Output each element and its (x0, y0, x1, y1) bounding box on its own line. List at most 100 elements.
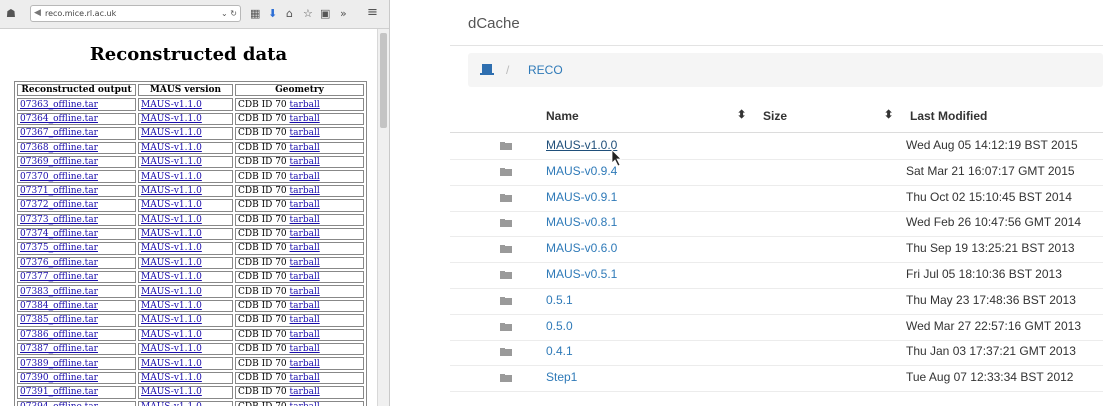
output-link[interactable]: 07372_offline.tar (20, 200, 98, 210)
tarball-link[interactable]: tarball (290, 301, 320, 311)
download-icon[interactable]: ⬇ (268, 6, 277, 22)
tarball-link[interactable]: tarball (290, 402, 320, 406)
tarball-link[interactable]: tarball (290, 143, 320, 153)
maus-version-link[interactable]: MAUS-v1.1.0 (141, 330, 202, 340)
breadcrumb-current[interactable]: RECO (528, 63, 563, 77)
reload-dropdown-icon[interactable]: ⌄ ↻ (221, 6, 237, 21)
sort-name-icon[interactable]: ⬍ (737, 108, 746, 121)
folder-link[interactable]: MAUS-v0.8.1 (546, 215, 617, 229)
maus-version-link[interactable]: MAUS-v1.1.0 (141, 373, 202, 383)
output-link[interactable]: 07386_offline.tar (20, 330, 98, 340)
output-link[interactable]: 07369_offline.tar (20, 157, 98, 167)
menu-icon[interactable]: ≡ (367, 5, 378, 21)
file-row[interactable]: 0.5.0 Wed Mar 27 22:57:16 GMT 2013 (450, 314, 1103, 341)
maus-version-link[interactable]: MAUS-v1.1.0 (141, 200, 202, 210)
maus-version-link[interactable]: MAUS-v1.1.0 (141, 143, 202, 153)
output-link[interactable]: 07368_offline.tar (20, 143, 98, 153)
tarball-link[interactable]: tarball (290, 128, 320, 138)
tarball-link[interactable]: tarball (290, 344, 320, 354)
folder-link[interactable]: MAUS-v0.9.1 (546, 190, 617, 204)
maus-version-link[interactable]: MAUS-v1.1.0 (141, 100, 202, 110)
tarball-link[interactable]: tarball (290, 229, 320, 239)
file-row[interactable]: MAUS-v0.8.1 Wed Feb 26 10:47:56 GMT 2014 (450, 210, 1103, 238)
tarball-link[interactable]: tarball (290, 258, 320, 268)
maus-version-link[interactable]: MAUS-v1.1.0 (141, 272, 202, 282)
output-link[interactable]: 07371_offline.tar (20, 186, 98, 196)
back-icon[interactable]: ◀ (34, 7, 41, 20)
maus-version-link[interactable]: MAUS-v1.1.0 (141, 114, 202, 124)
sort-size-icon[interactable]: ⬍ (884, 108, 893, 121)
overflow-icon[interactable]: » (340, 6, 347, 22)
maus-version-link[interactable]: MAUS-v1.1.0 (141, 387, 202, 397)
maus-version-link[interactable]: MAUS-v1.1.0 (141, 186, 202, 196)
file-row[interactable]: 0.5.1 Thu May 23 17:48:36 BST 2013 (450, 288, 1103, 315)
tarball-link[interactable]: tarball (290, 186, 320, 196)
bookmarks-icon[interactable]: ▦ (250, 6, 260, 22)
output-link[interactable]: 07373_offline.tar (20, 215, 98, 225)
maus-version-link[interactable]: MAUS-v1.1.0 (141, 128, 202, 138)
tarball-link[interactable]: tarball (290, 287, 320, 297)
output-link[interactable]: 07383_offline.tar (20, 287, 98, 297)
tarball-link[interactable]: tarball (290, 315, 320, 325)
maus-version-link[interactable]: MAUS-v1.1.0 (141, 287, 202, 297)
maus-version-link[interactable]: MAUS-v1.1.0 (141, 243, 202, 253)
folder-link[interactable]: MAUS-v1.0.0 (546, 138, 617, 152)
save-icon[interactable]: ▣ (320, 6, 330, 22)
maus-version-link[interactable]: MAUS-v1.1.0 (141, 172, 202, 182)
file-row[interactable]: MAUS-v1.0.0 Wed Aug 05 14:12:19 BST 2015 (450, 133, 1103, 160)
tarball-link[interactable]: tarball (290, 114, 320, 124)
home-icon[interactable] (480, 62, 494, 76)
file-row[interactable]: MAUS-v0.9.1 Thu Oct 02 15:10:45 BST 2014 (450, 185, 1103, 212)
output-link[interactable]: 07385_offline.tar (20, 315, 98, 325)
file-row[interactable]: MAUS-v0.9.4 Sat Mar 21 16:07:17 GMT 2015 (450, 159, 1103, 186)
output-link[interactable]: 07376_offline.tar (20, 258, 98, 268)
tarball-link[interactable]: tarball (290, 100, 320, 110)
folder-link[interactable]: 0.5.1 (546, 293, 573, 307)
tarball-link[interactable]: tarball (290, 215, 320, 225)
tarball-link[interactable]: tarball (290, 272, 320, 282)
output-link[interactable]: 07391_offline.tar (20, 387, 98, 397)
output-link[interactable]: 07377_offline.tar (20, 272, 98, 282)
file-row[interactable]: MAUS-v0.6.0 Thu Sep 19 13:25:21 BST 2013 (450, 236, 1103, 264)
maus-version-link[interactable]: MAUS-v1.1.0 (141, 359, 202, 369)
column-name[interactable]: Name (546, 109, 579, 123)
output-link[interactable]: 07384_offline.tar (20, 301, 98, 311)
output-link[interactable]: 07375_offline.tar (20, 243, 98, 253)
maus-version-link[interactable]: MAUS-v1.1.0 (141, 315, 202, 325)
tarball-link[interactable]: tarball (290, 387, 320, 397)
column-size[interactable]: Size (763, 109, 787, 123)
column-last-modified[interactable]: Last Modified (910, 109, 987, 123)
folder-link[interactable]: 0.4.1 (546, 344, 573, 358)
person-icon[interactable]: ☗ (6, 6, 16, 22)
output-link[interactable]: 07390_offline.tar (20, 373, 98, 383)
output-link[interactable]: 07367_offline.tar (20, 128, 98, 138)
maus-version-link[interactable]: MAUS-v1.1.0 (141, 301, 202, 311)
maus-version-link[interactable]: MAUS-v1.1.0 (141, 215, 202, 225)
output-link[interactable]: 07374_offline.tar (20, 229, 98, 239)
tarball-link[interactable]: tarball (290, 157, 320, 167)
star-icon[interactable]: ☆ (303, 6, 313, 22)
folder-link[interactable]: MAUS-v0.5.1 (546, 267, 617, 281)
folder-link[interactable]: 0.5.0 (546, 319, 573, 333)
folder-link[interactable]: Step1 (546, 370, 577, 384)
file-row[interactable]: 0.4.1 Thu Jan 03 17:37:21 GMT 2013 (450, 339, 1103, 367)
output-link[interactable]: 07387_offline.tar (20, 344, 98, 354)
output-link[interactable]: 07394_offline.tar (20, 402, 98, 406)
tarball-link[interactable]: tarball (290, 243, 320, 253)
tarball-link[interactable]: tarball (290, 359, 320, 369)
output-link[interactable]: 07364_offline.tar (20, 114, 98, 124)
maus-version-link[interactable]: MAUS-v1.1.0 (141, 157, 202, 167)
url-bar[interactable]: ◀ reco.mice.rl.ac.uk ⌄ ↻ (30, 5, 241, 22)
output-link[interactable]: 07370_offline.tar (20, 172, 98, 182)
tarball-link[interactable]: tarball (290, 172, 320, 182)
scrollbar-thumb[interactable] (380, 33, 387, 128)
tarball-link[interactable]: tarball (290, 373, 320, 383)
maus-version-link[interactable]: MAUS-v1.1.0 (141, 402, 202, 406)
tarball-link[interactable]: tarball (290, 200, 320, 210)
maus-version-link[interactable]: MAUS-v1.1.0 (141, 229, 202, 239)
output-link[interactable]: 07363_offline.tar (20, 100, 98, 110)
tarball-link[interactable]: tarball (290, 330, 320, 340)
folder-link[interactable]: MAUS-v0.9.4 (546, 164, 617, 178)
output-link[interactable]: 07389_offline.tar (20, 359, 98, 369)
home-icon[interactable]: ⌂ (286, 6, 293, 22)
